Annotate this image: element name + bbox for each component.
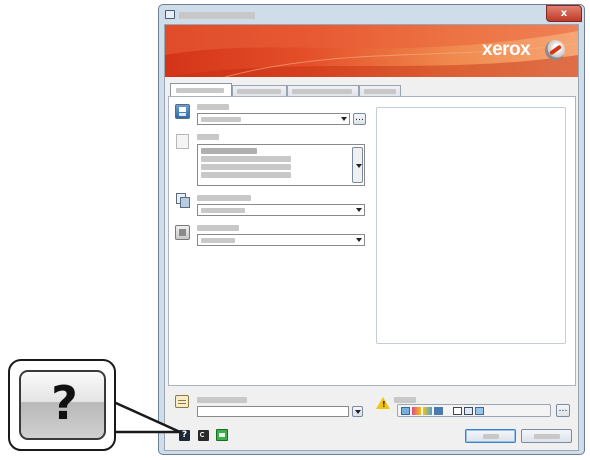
option-4-label — [197, 225, 239, 231]
list-item[interactable] — [201, 148, 257, 154]
preview-area — [376, 107, 566, 344]
window-title — [179, 12, 255, 19]
ok-button[interactable] — [465, 429, 516, 443]
list-item[interactable] — [201, 172, 291, 178]
status-more-button[interactable]: … — [556, 404, 570, 417]
xerox-logo-text: xerox — [482, 39, 531, 60]
help-callout-key: ? — [19, 370, 106, 440]
option-3-select[interactable] — [197, 204, 365, 216]
warning-mark: ! — [382, 400, 386, 409]
help-callout-symbol: ? — [51, 376, 78, 430]
list-item[interactable] — [201, 164, 291, 170]
printer-icon — [165, 10, 175, 19]
chevron-down-icon — [341, 117, 347, 121]
paper-tray-icon — [401, 407, 410, 415]
document-icon — [176, 134, 189, 149]
saved-settings-select[interactable] — [197, 406, 349, 417]
cancel-button[interactable] — [521, 429, 572, 443]
copies-icon — [176, 193, 191, 209]
two-sided-icon — [464, 407, 473, 415]
tab-1[interactable] — [170, 83, 232, 97]
layout-icon — [453, 407, 462, 415]
status-summary-bar[interactable] — [397, 404, 551, 417]
window-title-bar[interactable]: x — [159, 5, 584, 25]
chevron-down-icon — [356, 238, 362, 242]
list-item[interactable] — [201, 156, 291, 162]
refresh-icon — [200, 432, 205, 437]
option-2-label — [197, 134, 219, 140]
status-button[interactable] — [216, 429, 228, 441]
option-2-listbox[interactable] — [197, 144, 365, 186]
status-label — [394, 397, 416, 403]
output-tray-icon — [475, 407, 484, 415]
option-1-label — [197, 104, 229, 110]
listbox-scroll-button[interactable] — [352, 147, 363, 183]
option-4-select[interactable] — [197, 234, 365, 246]
xerox-sphere-icon — [545, 40, 565, 60]
printer-status-icon — [219, 433, 225, 437]
close-button[interactable]: x — [546, 5, 582, 22]
paper-icon — [175, 104, 190, 119]
color-icon — [412, 407, 421, 415]
more-options-button[interactable]: … — [353, 113, 366, 125]
output-icon — [175, 225, 190, 240]
saved-settings-label — [197, 397, 247, 403]
option-3-label — [197, 195, 251, 201]
staple-icon — [434, 407, 443, 415]
close-icon: x — [560, 8, 568, 19]
xerox-banner: xerox — [165, 25, 578, 77]
saved-settings-dropdown-button[interactable] — [352, 406, 363, 417]
chevron-down-icon — [356, 208, 362, 212]
option-1-select[interactable] — [197, 113, 350, 125]
color-mode-icon — [423, 407, 432, 415]
